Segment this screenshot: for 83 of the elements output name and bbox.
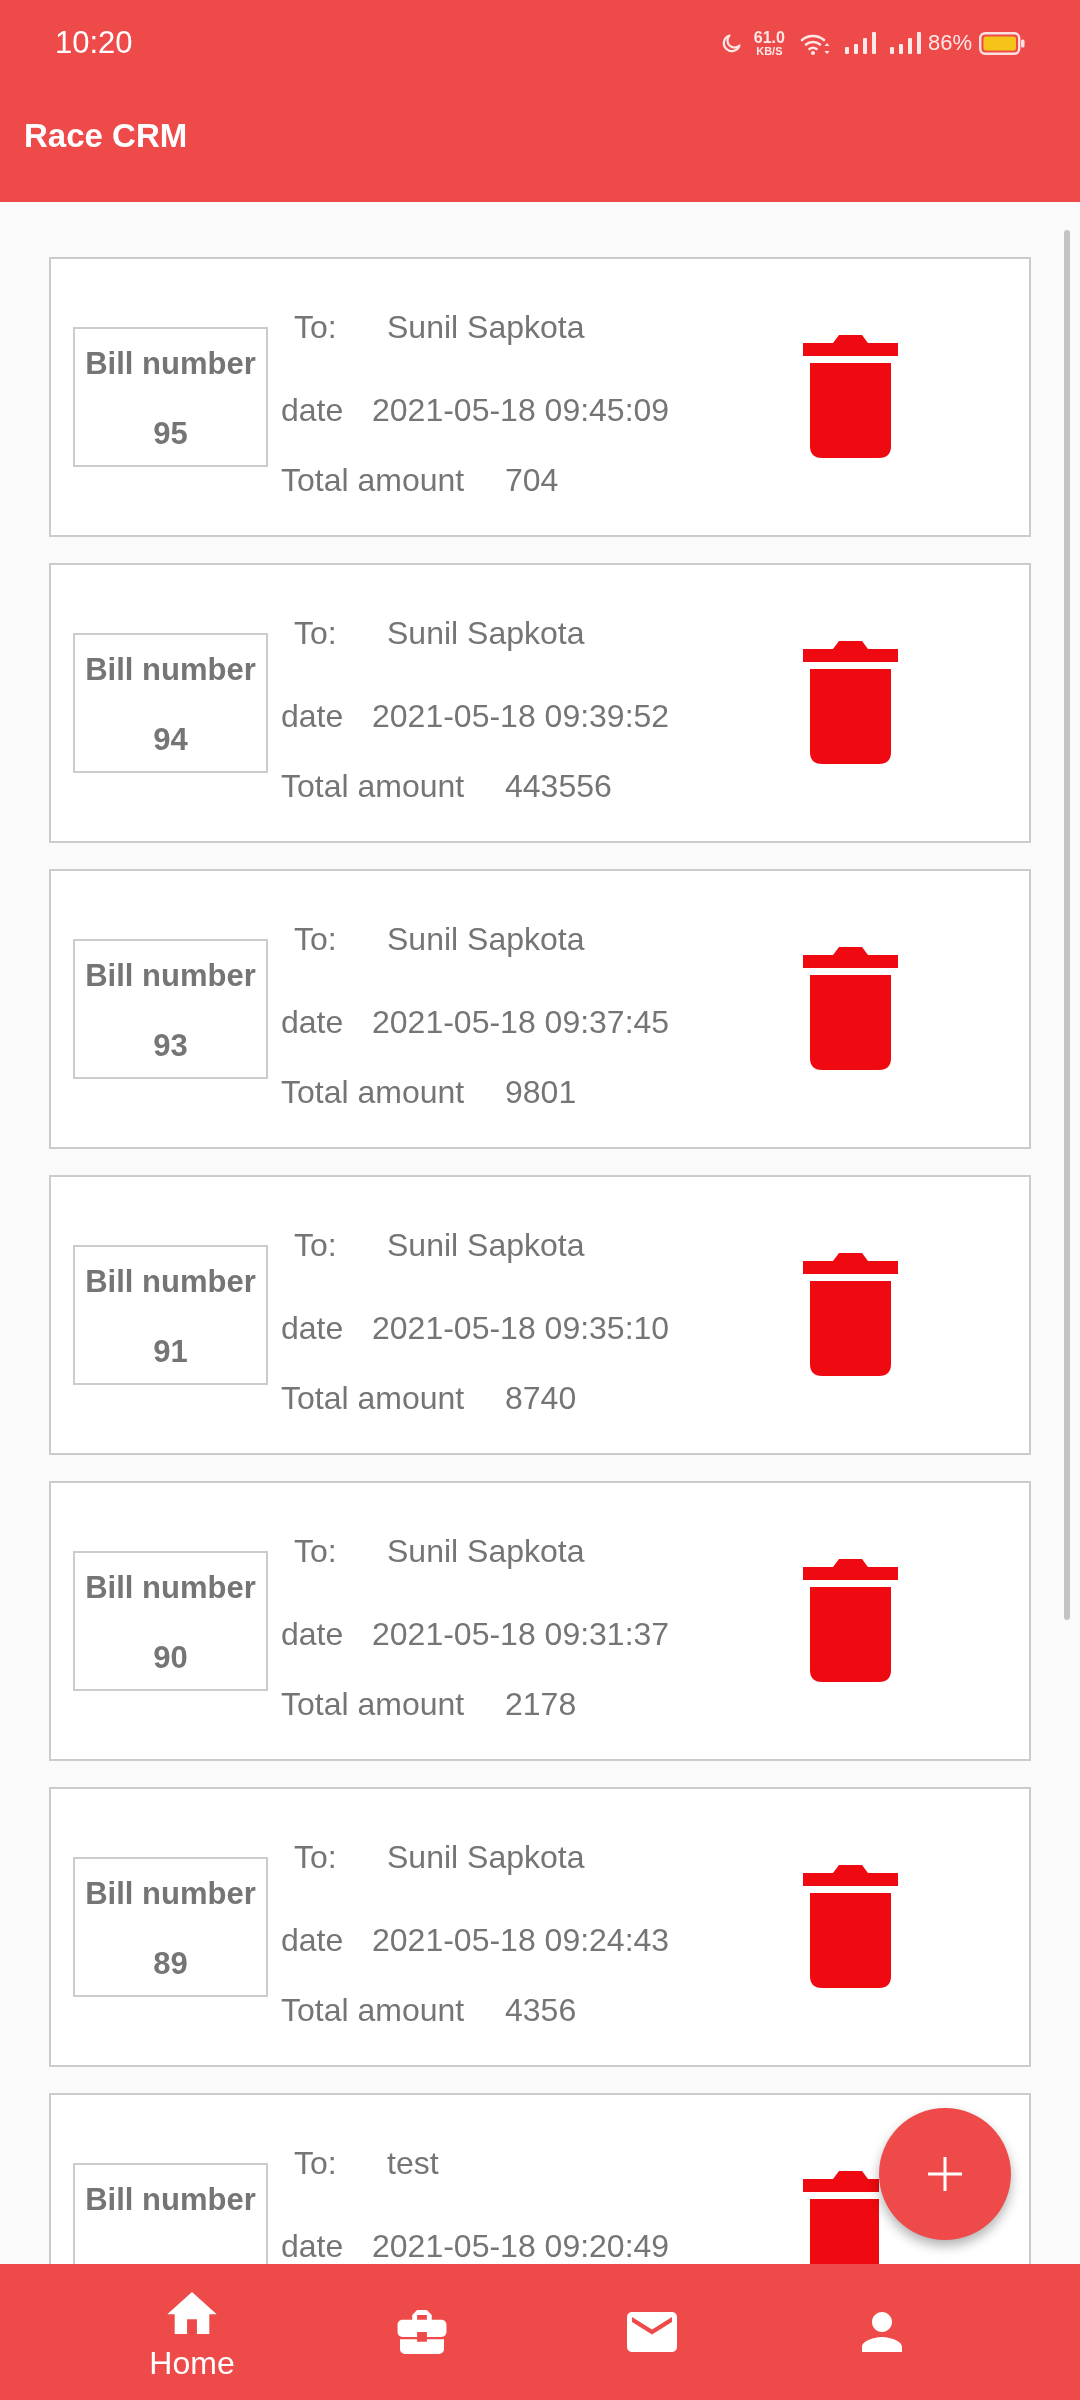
network-speed-value: 61.0 — [753, 29, 785, 45]
battery-icon — [979, 31, 1025, 55]
total-amount-value: 8740 — [505, 1380, 577, 1416]
total-amount-value: 704 — [505, 462, 559, 498]
date-label: date — [281, 2228, 345, 2264]
bill-number-label: Bill number — [85, 958, 256, 994]
signal-icon — [844, 32, 876, 54]
to-label: To: — [294, 309, 338, 345]
bill-card[interactable]: Bill number 94 To: Sunil Sapkota date 2021-05-18 09:39:52 Total amount 443556 — [49, 563, 1031, 843]
moon-icon — [721, 33, 741, 53]
bill-card[interactable]: Bill number 93 To: Sunil Sapkota date 2021-05-18 09:37:45 Total amount 9801 — [49, 869, 1031, 1149]
to-label: To: — [294, 921, 338, 957]
scrollbar-thumb[interactable] — [1064, 230, 1070, 1620]
bill-card[interactable]: Bill number 89 To: Sunil Sapkota date 2021-05-18 09:24:43 Total amount 4356 — [49, 1787, 1031, 2067]
date-label: date — [281, 1922, 345, 1958]
bill-card[interactable]: Bill number 91 To: Sunil Sapkota date 2021-05-18 09:35:10 Total amount 8740 — [49, 1175, 1031, 1455]
total-amount-label: Total amount — [281, 1686, 466, 1722]
date-label: date — [281, 698, 345, 734]
recipient-name: Sunil Sapkota — [387, 921, 585, 957]
date-label: date — [281, 392, 345, 428]
app-title: Race CRM — [24, 118, 188, 154]
network-speed-unit: KB/S — [756, 44, 783, 57]
trash-icon[interactable] — [803, 335, 898, 458]
recipient-name: Sunil Sapkota — [387, 309, 585, 345]
to-label: To: — [294, 1533, 338, 1569]
to-label: To: — [294, 2145, 338, 2181]
to-label: To: — [294, 1839, 338, 1875]
total-amount-value: 443556 — [505, 768, 612, 804]
bill-number-label: Bill number — [85, 2182, 256, 2218]
recipient-name: test — [387, 2145, 439, 2181]
to-label: To: — [294, 615, 338, 651]
total-amount-value: 4356 — [505, 1992, 577, 2028]
bill-number-label: Bill number — [85, 652, 256, 688]
briefcase-icon — [397, 2310, 447, 2354]
date-value: 2021-05-18 09:45:09 — [372, 392, 670, 428]
bill-card[interactable]: Bill number 95 To: Sunil Sapkota date 2021-05-18 09:45:09 Total amount 704 — [49, 257, 1031, 537]
trash-icon[interactable] — [803, 1559, 898, 1682]
total-amount-label: Total amount — [281, 1380, 466, 1416]
person-icon — [862, 2312, 902, 2352]
recipient-name: Sunil Sapkota — [387, 1227, 585, 1263]
date-value: 2021-05-18 09:37:45 — [372, 1004, 670, 1040]
bill-number-value: 93 — [153, 1028, 188, 1064]
total-amount-label: Total amount — [281, 462, 466, 498]
bill-card[interactable]: Bill number To: test date 2021-05-18 09:20:49 — [49, 2093, 1031, 2264]
battery-percent: 86% — [927, 30, 972, 56]
total-amount-label: Total amount — [281, 1992, 466, 2028]
to-label: To: — [294, 1227, 338, 1263]
date-label: date — [281, 1004, 345, 1040]
date-value: 2021-05-18 09:31:37 — [372, 1616, 670, 1652]
date-value: 2021-05-18 09:39:52 — [372, 698, 670, 734]
signal-icon — [889, 32, 921, 54]
trash-icon[interactable] — [803, 947, 898, 1070]
bill-number-value: 90 — [153, 1640, 188, 1676]
bill-number-label: Bill number — [85, 1876, 256, 1912]
total-amount-value: 9801 — [505, 1074, 577, 1110]
date-label: date — [281, 1616, 345, 1652]
recipient-name: Sunil Sapkota — [387, 615, 585, 651]
bill-number-value: 94 — [153, 722, 188, 758]
recipient-name: Sunil Sapkota — [387, 1839, 585, 1875]
home-icon — [167, 2292, 217, 2334]
bill-number-label: Bill number — [85, 1570, 256, 1606]
bill-number-value: 89 — [153, 1946, 188, 1982]
trash-icon[interactable] — [803, 1253, 898, 1376]
total-amount-value: 2178 — [505, 1686, 577, 1722]
bill-number-value: 95 — [153, 416, 188, 452]
trash-icon[interactable] — [803, 2171, 879, 2264]
total-amount-label: Total amount — [281, 768, 466, 804]
mail-icon — [627, 2312, 677, 2352]
plus-icon — [928, 2157, 962, 2191]
date-label: date — [281, 1310, 345, 1346]
recipient-name: Sunil Sapkota — [387, 1533, 585, 1569]
clock-time: 10:20 — [55, 25, 133, 61]
date-value: 2021-05-18 09:24:43 — [372, 1922, 670, 1958]
bill-number-label: Bill number — [85, 346, 256, 382]
total-amount-label: Total amount — [281, 1074, 466, 1110]
date-value: 2021-05-18 09:35:10 — [372, 1310, 670, 1346]
bill-card[interactable]: Bill number 90 To: Sunil Sapkota date 2021-05-18 09:31:37 Total amount 2178 — [49, 1481, 1031, 1761]
trash-icon[interactable] — [803, 1865, 898, 1988]
nav-tab[interactable]: Home — [77, 2264, 307, 2400]
trash-icon[interactable] — [803, 641, 898, 764]
bill-number-label: Bill number — [85, 1264, 256, 1300]
bill-number-value: 91 — [153, 1334, 188, 1370]
date-value: 2021-05-18 09:20:49 — [372, 2228, 670, 2264]
